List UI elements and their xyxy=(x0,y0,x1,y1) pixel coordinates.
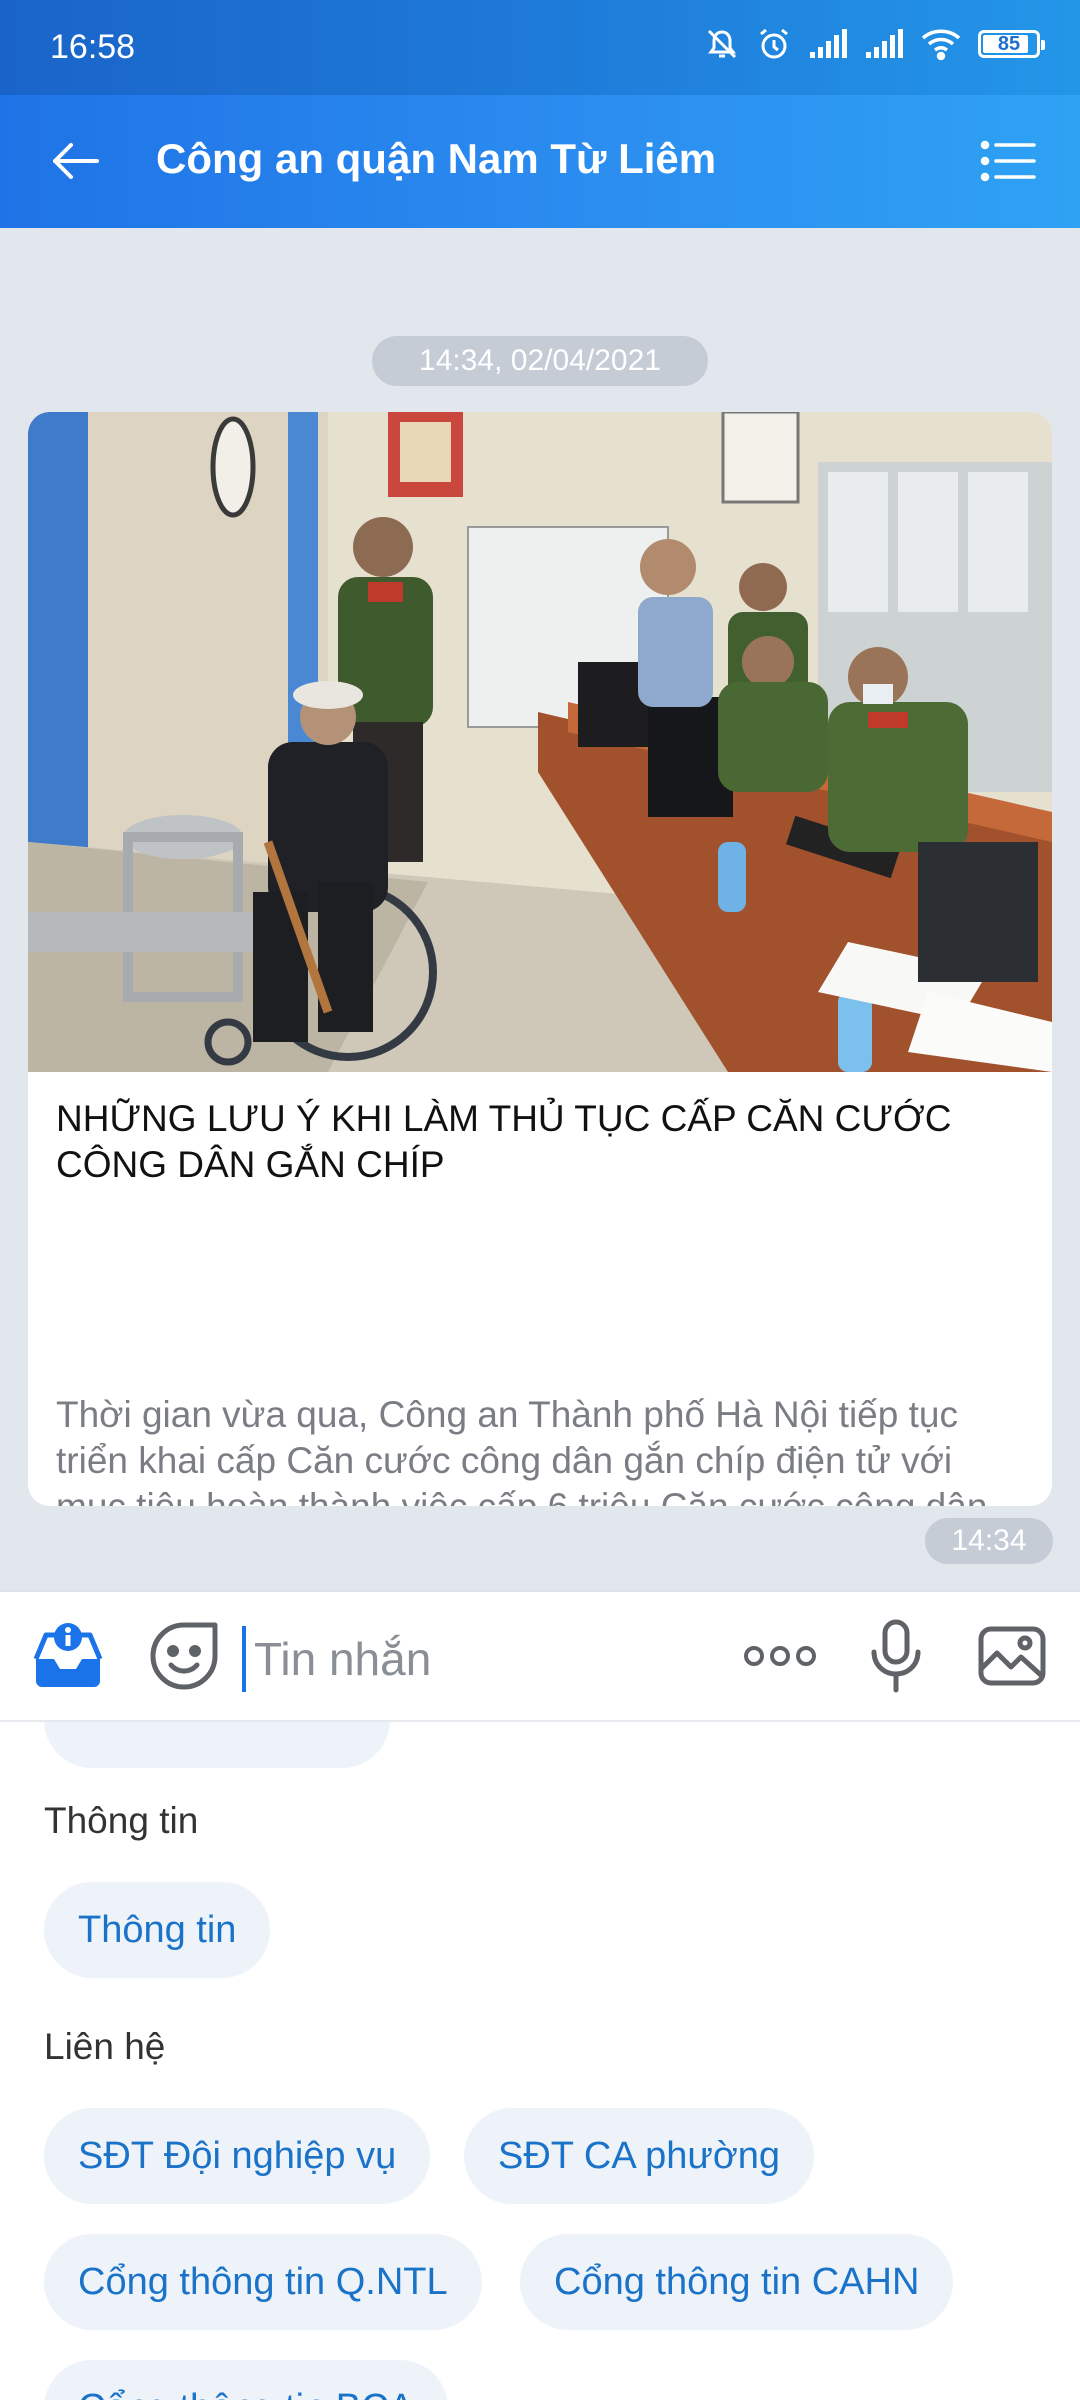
sticker-button[interactable] xyxy=(144,1616,224,1696)
signal-icon xyxy=(810,29,847,58)
news-card[interactable]: NHỮNG LƯU Ý KHI LÀM THỦ TỤC CẤP CĂN CƯỚC… xyxy=(28,412,1052,1506)
inbox-icon xyxy=(33,1623,103,1687)
signal-icon-2 xyxy=(866,29,903,58)
more-button[interactable] xyxy=(740,1616,820,1696)
chat-area[interactable]: 14:34, 02/04/2021 NHỮNG LƯU Ý KHI LÀM TH… xyxy=(0,228,1080,1590)
chip-cong-thong-tin-bca[interactable]: Cổng thông tin BCA xyxy=(44,2360,448,2400)
date-separator: 14:34, 02/04/2021 xyxy=(372,336,708,386)
quick-reply-panel[interactable]: Thông tin Thông tin Liên hệ SĐT Đội nghi… xyxy=(0,1722,1080,2400)
status-time: 16:58 xyxy=(50,28,136,66)
alarm-icon xyxy=(760,28,788,59)
chip-thong-tin[interactable]: Thông tin xyxy=(44,1882,271,1978)
back-button[interactable] xyxy=(40,131,110,191)
news-summary: Thời gian vừa qua, Công an Thành phố Hà … xyxy=(56,1394,987,1506)
menu-button[interactable] xyxy=(974,131,1044,191)
battery-icon: 85 xyxy=(978,30,1045,58)
more-icon xyxy=(744,1646,816,1666)
app-header: Công an quận Nam Từ Liêm xyxy=(0,95,1080,228)
mute-icon xyxy=(707,29,737,59)
section-label-info: Thông tin xyxy=(44,1800,199,1841)
status-icons: 85 xyxy=(704,26,1045,62)
sticker-icon xyxy=(150,1622,218,1690)
message-input[interactable] xyxy=(242,1626,716,1692)
voice-button[interactable] xyxy=(856,1616,936,1696)
chip-cong-thong-tin-cahn[interactable]: Cổng thông tin CAHN xyxy=(520,2234,954,2330)
image-icon xyxy=(978,1626,1046,1686)
status-bar: 16:58 85 xyxy=(0,0,1080,95)
message-time: 14:34 xyxy=(925,1518,1053,1564)
battery-level: 85 xyxy=(997,32,1021,55)
chip-sdt-doi-nghiep-vu[interactable]: SĐT Đội nghiệp vụ xyxy=(44,2108,431,2204)
news-photo[interactable] xyxy=(28,412,1052,1072)
microphone-icon xyxy=(871,1619,921,1693)
news-title: NHỮNG LƯU Ý KHI LÀM THỦ TỤC CẤP CĂN CƯỚC… xyxy=(56,1098,952,1185)
chip-sdt-ca-phuong[interactable]: SĐT CA phường xyxy=(464,2108,815,2204)
photo-illustration xyxy=(28,412,1052,1072)
message-input-bar xyxy=(0,1590,1080,1722)
inbox-button[interactable] xyxy=(28,1616,108,1696)
chip-cong-thong-tin-qntl[interactable]: Cổng thông tin Q.NTL xyxy=(44,2234,482,2330)
menu-list-icon xyxy=(980,140,1036,182)
page-title: Công an quận Nam Từ Liêm xyxy=(156,135,717,182)
quick-reply-chip-partial[interactable] xyxy=(44,1722,390,1768)
section-label-contact: Liên hệ xyxy=(44,2026,166,2067)
back-arrow-icon xyxy=(53,143,99,179)
wifi-icon xyxy=(921,29,961,61)
image-button[interactable] xyxy=(972,1616,1052,1696)
